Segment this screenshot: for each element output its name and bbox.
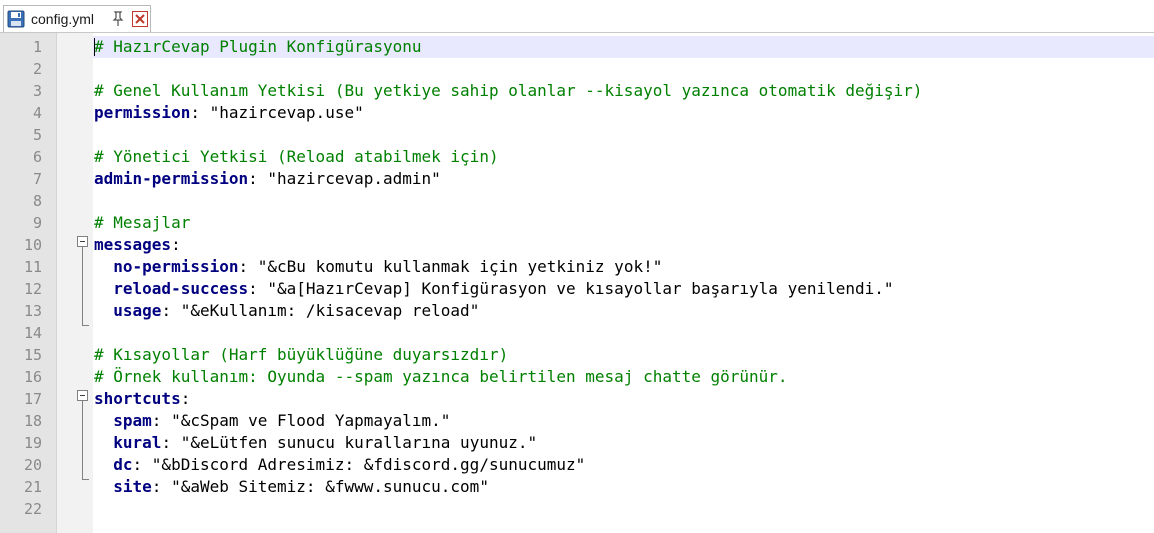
line-number: 8 (32, 192, 42, 210)
fold-guide (82, 401, 83, 480)
line-number: 4 (32, 104, 42, 122)
yaml-key: admin-permission (94, 169, 249, 188)
tab-bar: config.yml (0, 0, 1154, 33)
code-line[interactable]: # Kısayollar (Harf büyüklüğüne duyarsızd… (94, 344, 1154, 366)
tab-config-yml[interactable]: config.yml (3, 5, 151, 32)
yaml-comment: # Mesajlar (94, 213, 191, 232)
yaml-key: dc (113, 455, 133, 474)
yaml-value (94, 257, 113, 276)
line-number: 17 (23, 390, 42, 408)
line-number: 13 (23, 302, 42, 320)
line-number: 21 (23, 478, 42, 496)
code-line[interactable] (94, 58, 1154, 80)
floppy-disk-icon (7, 10, 25, 28)
code-line[interactable]: # Genel Kullanım Yetkisi (Bu yetkiye sah… (94, 80, 1154, 102)
yaml-comment: # Yönetici Yetkisi (Reload atabilmek içi… (94, 147, 499, 166)
code-line[interactable] (94, 190, 1154, 212)
yaml-value: : "hazircevap.use" (190, 103, 364, 122)
yaml-comment: # HazırCevap Plugin Konfigürasyonu (94, 37, 422, 56)
line-number: 12 (23, 280, 42, 298)
yaml-key: reload-success (113, 279, 249, 298)
pin-icon[interactable] (111, 11, 125, 27)
yaml-value: : "&eKullanım: /kisacevap reload" (161, 301, 480, 320)
yaml-value (94, 477, 113, 496)
line-number: 20 (23, 456, 42, 474)
line-number: 5 (32, 126, 42, 144)
line-number: 7 (32, 170, 42, 188)
code-line[interactable] (94, 124, 1154, 146)
yaml-key: shortcuts (94, 389, 181, 408)
code-line[interactable]: # Yönetici Yetkisi (Reload atabilmek içi… (94, 146, 1154, 168)
fold-toggle-shortcuts[interactable] (77, 390, 88, 401)
yaml-key: kural (113, 433, 162, 452)
code-line[interactable] (94, 322, 1154, 344)
line-number: 15 (23, 346, 42, 364)
code-line[interactable] (94, 498, 1154, 520)
tab-label: config.yml (31, 11, 95, 27)
yaml-value: : "&a[HazırCevap] Konfigürasyon ve kısay… (248, 279, 894, 298)
code-line[interactable]: reload-success: "&a[HazırCevap] Konfigür… (94, 278, 1154, 300)
yaml-key: spam (113, 411, 152, 430)
yaml-value (94, 301, 113, 320)
line-number: 16 (23, 368, 42, 386)
code-editor[interactable]: 1 2 3 4 5 6 7 8 9 10 11 12 13 14 15 16 17 18 19 20 21 22 # Ha… (0, 33, 1154, 533)
yaml-key: no-permission (113, 257, 239, 276)
fold-guide-end (82, 325, 89, 326)
code-line[interactable]: # Örnek kullanım: Oyunda --spam yazınca … (94, 366, 1154, 388)
line-number: 3 (32, 82, 42, 100)
code-line[interactable]: shortcuts: (94, 388, 1154, 410)
yaml-comment: # Örnek kullanım: Oyunda --spam yazınca … (94, 367, 788, 386)
yaml-value (94, 455, 113, 474)
yaml-key: messages (94, 235, 172, 254)
close-icon[interactable] (132, 11, 148, 27)
line-number: 14 (23, 324, 42, 342)
code-line[interactable]: permission: "hazircevap.use" (94, 102, 1154, 124)
symbol-margin (75, 33, 93, 533)
yaml-comment: # Genel Kullanım Yetkisi (Bu yetkiye sah… (94, 81, 923, 100)
code-line[interactable]: kural: "&eLütfen sunucu kurallarına uyun… (94, 432, 1154, 454)
code-line[interactable]: usage: "&eKullanım: /kisacevap reload" (94, 300, 1154, 322)
yaml-value (94, 433, 113, 452)
line-number: 18 (23, 412, 42, 430)
yaml-value: : "&cSpam ve Flood Yapmayalım." (151, 411, 451, 430)
line-number: 22 (23, 500, 42, 518)
line-number-gutter: 1 2 3 4 5 6 7 8 9 10 11 12 13 14 15 16 17 18 19 20 21 22 (0, 33, 57, 533)
code-text[interactable]: # HazırCevap Plugin Konfigürasyonu # Gene… (94, 36, 1154, 520)
yaml-value: : "&aWeb Sitemiz: &fwww.sunucu.com" (151, 477, 489, 496)
line-number: 11 (23, 258, 42, 276)
line-number: 2 (32, 60, 42, 78)
yaml-value: : "&bDiscord Adresimiz: &fdiscord.gg/sun… (132, 455, 586, 474)
yaml-key: usage (113, 301, 162, 320)
code-line[interactable]: site: "&aWeb Sitemiz: &fwww.sunucu.com" (94, 476, 1154, 498)
yaml-value: : (171, 235, 181, 254)
line-number: 10 (23, 236, 42, 254)
yaml-value: : (180, 389, 191, 408)
yaml-value: : "hazircevap.admin" (248, 169, 441, 188)
yaml-comment: # Kısayollar (Harf büyüklüğüne duyarsızd… (94, 345, 509, 364)
code-line[interactable]: # Mesajlar (94, 212, 1154, 234)
yaml-value: : "&eLütfen sunucu kurallarına uyunuz." (161, 433, 538, 452)
fold-guide (82, 247, 83, 326)
fold-margin (57, 33, 75, 533)
code-line[interactable]: spam: "&cSpam ve Flood Yapmayalım." (94, 410, 1154, 432)
yaml-value: : "&cBu komutu kullanmak için yetkiniz y… (238, 257, 663, 276)
yaml-value (94, 279, 113, 298)
code-line[interactable]: admin-permission: "hazircevap.admin" (94, 168, 1154, 190)
yaml-key: site (113, 477, 152, 496)
code-line[interactable]: # HazırCevap Plugin Konfigürasyonu (94, 36, 1154, 58)
line-number: 19 (23, 434, 42, 452)
code-line[interactable]: messages: (94, 234, 1154, 256)
yaml-key: permission (94, 103, 191, 122)
code-line[interactable]: dc: "&bDiscord Adresimiz: &fdiscord.gg/s… (94, 454, 1154, 476)
line-number: 6 (32, 148, 42, 166)
text-caret (94, 38, 95, 56)
line-number: 1 (32, 38, 42, 56)
code-line[interactable]: no-permission: "&cBu komutu kullanmak iç… (94, 256, 1154, 278)
yaml-value (94, 411, 113, 430)
fold-guide-end (82, 479, 89, 480)
line-number: 9 (32, 214, 42, 232)
fold-toggle-messages[interactable] (77, 236, 88, 247)
